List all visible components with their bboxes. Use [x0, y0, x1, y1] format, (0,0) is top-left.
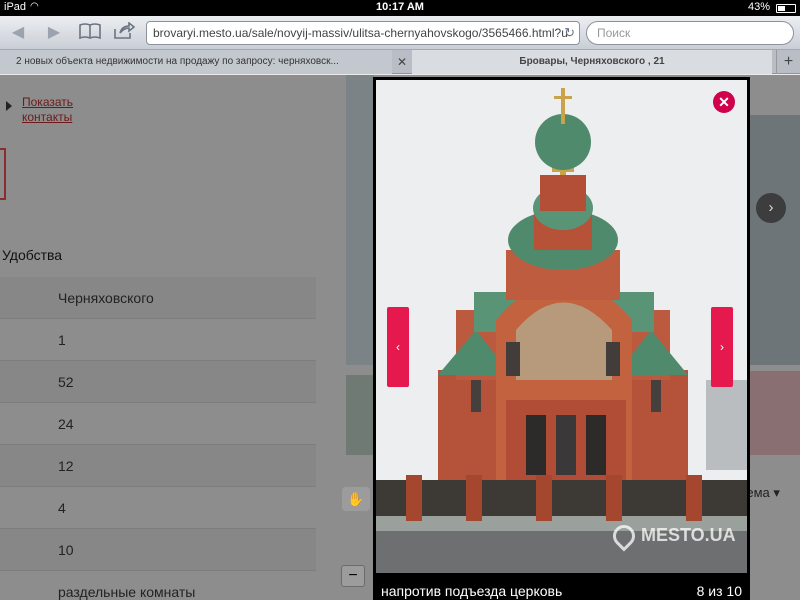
tab-listing[interactable]: Бровары, Черняховского , 21 [412, 50, 772, 74]
table-row: 4 [0, 487, 316, 529]
next-photo-button[interactable]: › [711, 307, 733, 387]
show-contacts-link[interactable]: Показать контакты [22, 95, 92, 125]
battery-icon [776, 4, 796, 13]
table-row: Черняховского [0, 277, 316, 319]
triangle-icon [6, 101, 12, 111]
clock: 10:17 AM [376, 1, 424, 13]
next-thumbnail-icon[interactable]: › [756, 193, 786, 223]
tab-bar: 2 новых объекта недвижимости на продажу … [0, 50, 800, 74]
church-illustration [376, 80, 747, 573]
browser-toolbar: ◀ ▶ brovaryi.mesto.ua/sale/novyij-massiv… [0, 16, 800, 50]
gallery-thumbnail[interactable] [346, 375, 374, 455]
battery-percent: 43% [747, 1, 770, 13]
tab-search-results[interactable]: 2 новых объекта недвижимости на продажу … [0, 50, 392, 74]
contact-box [0, 148, 6, 200]
watermark-text: MESTO.UA [641, 525, 736, 545]
table-row: 52 [0, 361, 316, 403]
church-photo [376, 80, 747, 573]
address-bar[interactable]: brovaryi.mesto.ua/sale/novyij-massiv/uli… [146, 21, 580, 45]
hand-icon[interactable]: ✋ [342, 487, 370, 511]
zoom-out-button[interactable]: − [341, 565, 365, 587]
url-text: brovaryi.mesto.ua/sale/novyij-massiv/uli… [153, 26, 568, 40]
table-row: 12 [0, 445, 316, 487]
gallery-thumbnail[interactable] [750, 371, 800, 455]
close-tab-icon[interactable]: ✕ [394, 50, 410, 74]
photo-lightbox: ✕ ‹ › MESTO.UA напротив подъезда церковь… [373, 77, 750, 600]
photo-counter: 8 из 10 [696, 583, 742, 599]
gallery-thumbnail[interactable] [346, 75, 374, 365]
forward-icon[interactable]: ▶ [40, 22, 68, 44]
share-icon[interactable] [110, 21, 138, 44]
gallery-thumbnail[interactable] [750, 115, 800, 365]
location-pin-icon [608, 520, 640, 552]
section-title: Удобства [2, 247, 63, 263]
new-tab-icon[interactable]: + [776, 50, 800, 74]
photo-caption: напротив подъезда церковь [381, 583, 563, 599]
status-bar: iPad ◠ 10:17 AM 43% [0, 0, 800, 16]
table-row: 24 [0, 403, 316, 445]
search-input[interactable]: Поиск [586, 21, 794, 45]
close-icon[interactable]: ✕ [713, 91, 735, 113]
back-icon[interactable]: ◀ [4, 22, 32, 44]
mesto-watermark: MESTO.UA [608, 520, 736, 552]
bookmarks-icon[interactable] [76, 22, 104, 44]
reload-icon[interactable]: ↻ [564, 22, 575, 44]
battery-level [778, 6, 785, 11]
details-table: Черняховского 1 52 24 12 4 10 раздельные… [0, 277, 316, 600]
table-row: раздельные комнаты [0, 571, 316, 600]
table-row: 1 [0, 319, 316, 361]
table-row: 10 [0, 529, 316, 571]
previous-photo-button[interactable]: ‹ [387, 307, 409, 387]
